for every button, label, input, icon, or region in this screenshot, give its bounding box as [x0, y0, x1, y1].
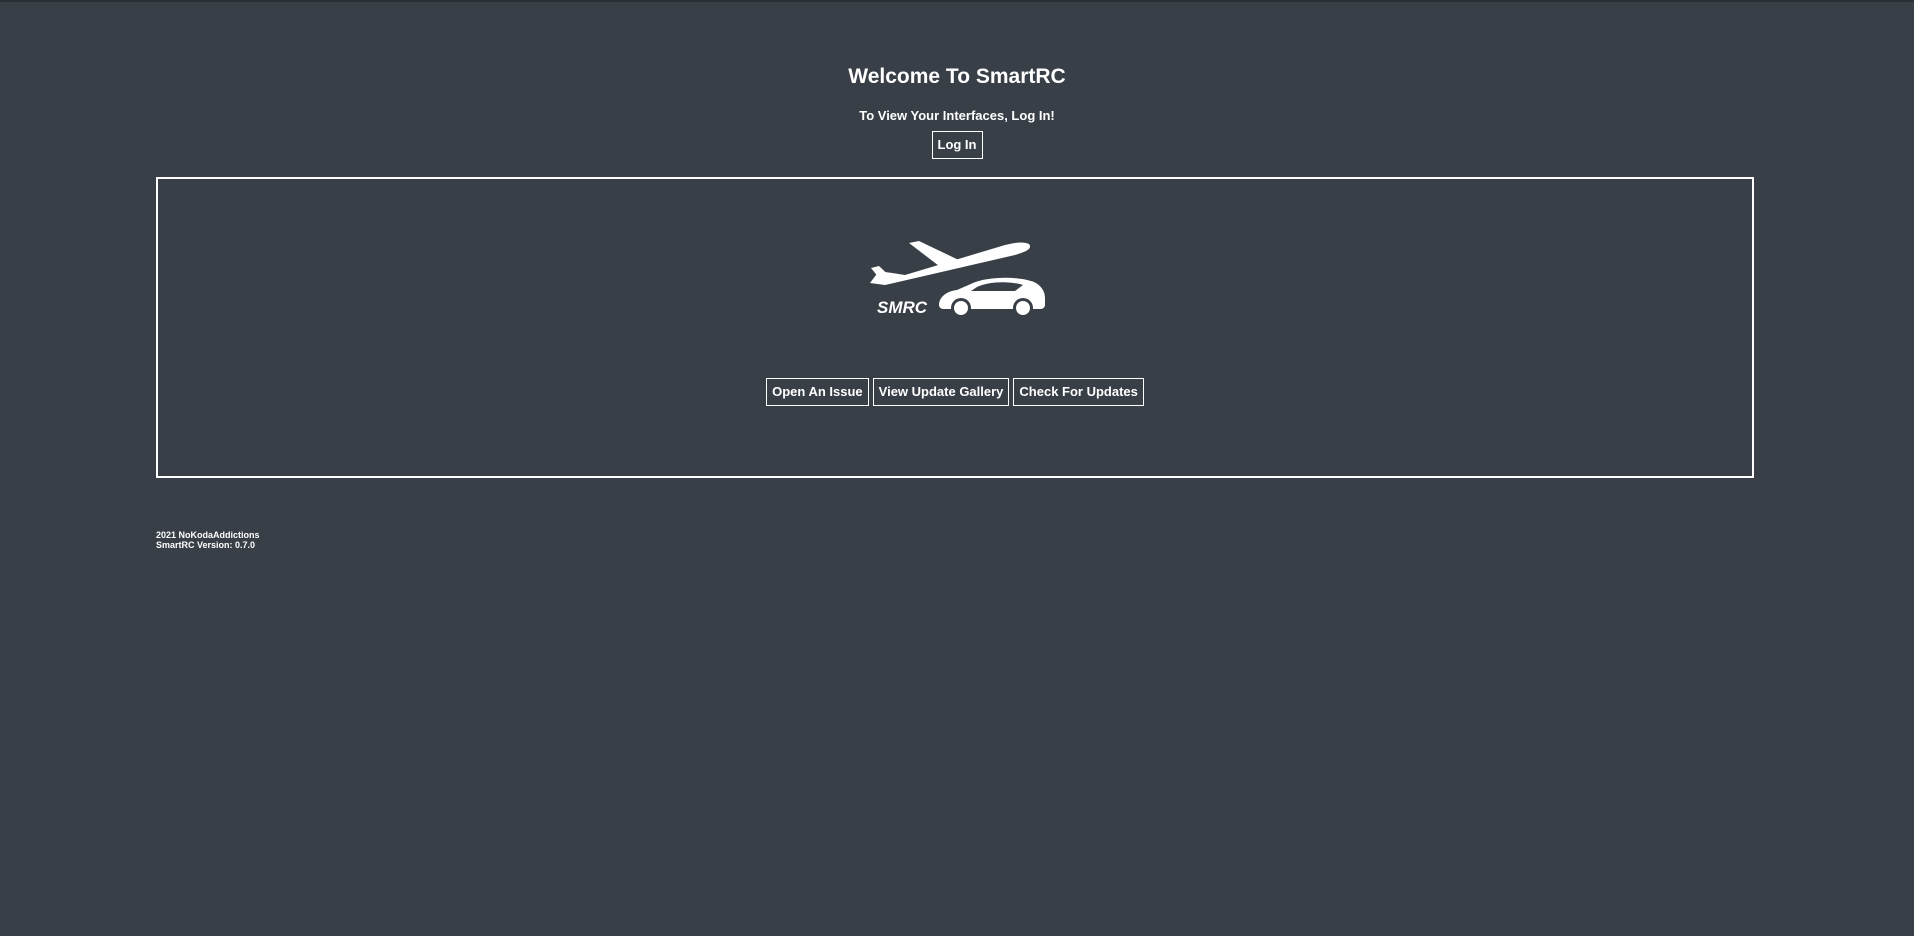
- check-updates-button[interactable]: Check For Updates: [1013, 378, 1144, 406]
- welcome-header: Welcome To SmartRC To View Your Interfac…: [0, 64, 1914, 159]
- login-prompt: To View Your Interfaces, Log In!: [859, 108, 1055, 123]
- smrc-logo-icon: SMRC: [870, 241, 1045, 318]
- logo-text: SMRC: [877, 298, 928, 317]
- main-panel: SMRC Open An Issue View Update Gallery C…: [156, 177, 1754, 478]
- login-button[interactable]: Log In: [931, 131, 983, 159]
- action-buttons: Open An Issue View Update Gallery Check …: [158, 378, 1752, 406]
- top-border: [0, 0, 1914, 2]
- version-text: SmartRC Version: 0.7.0: [156, 540, 256, 550]
- copyright-text: 2021 NoKodaAddictions: [156, 530, 260, 540]
- open-issue-button[interactable]: Open An Issue: [766, 378, 869, 406]
- footer: 2021 NoKodaAddictions SmartRC Version: 0…: [156, 530, 260, 550]
- page-title: Welcome To SmartRC: [848, 65, 1066, 88]
- update-gallery-button[interactable]: View Update Gallery: [872, 378, 1010, 406]
